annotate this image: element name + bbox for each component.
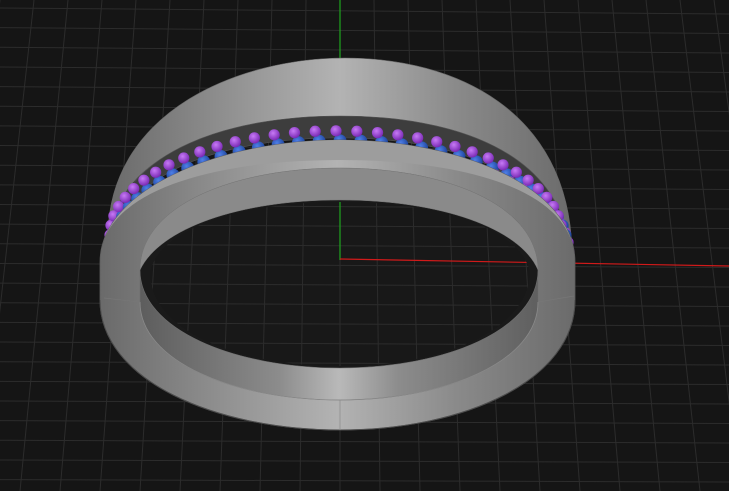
gemstone-purple (466, 146, 478, 158)
gemstone-purple (128, 182, 140, 195)
viewport-scene[interactable] (0, 0, 729, 491)
gemstone-purple (178, 152, 190, 164)
gemstone-purple (150, 166, 162, 178)
gemstone-purple (351, 125, 363, 137)
gemstone-purple (119, 191, 131, 203)
gemstone-purple (309, 125, 321, 137)
gemstone-purple (211, 140, 223, 153)
grid-line (577, 0, 621, 491)
grid-line (0, 0, 34, 491)
gemstone-purple (449, 140, 461, 153)
gemstone-purple (510, 166, 522, 178)
gemstone-purple (229, 136, 241, 148)
3d-viewport[interactable] (0, 0, 729, 491)
gemstone-purple (138, 174, 150, 186)
gemstone-purple (497, 159, 509, 171)
grid-line (611, 0, 661, 491)
gemstone-purple (412, 132, 424, 144)
gemstone-purple (371, 127, 384, 139)
gemstone-purple (431, 136, 443, 148)
gemstone-purple (268, 129, 280, 141)
gemstone-purple (163, 159, 175, 171)
gemstone-purple (194, 146, 206, 158)
grid-line (0, 46, 729, 54)
grid-line (0, 0, 35, 314)
gemstone-purple (248, 132, 260, 144)
grid-line (0, 439, 729, 444)
grid-line (713, 0, 729, 116)
gemstone-purple (392, 129, 404, 141)
grid-line (0, 7, 729, 15)
gemstone-purple (522, 174, 534, 186)
grid-line (0, 479, 729, 483)
grid-line (645, 0, 701, 491)
grid-line (680, 0, 729, 491)
grid-line (714, 0, 729, 491)
grid-line (59, 0, 103, 491)
grid-line (0, 459, 729, 463)
gemstone-purple (288, 127, 301, 139)
gemstone-purple (330, 125, 342, 137)
gemstone-purple (482, 152, 494, 164)
grid-line (0, 27, 729, 34)
grid-line (679, 0, 729, 406)
grid-line (19, 0, 69, 491)
